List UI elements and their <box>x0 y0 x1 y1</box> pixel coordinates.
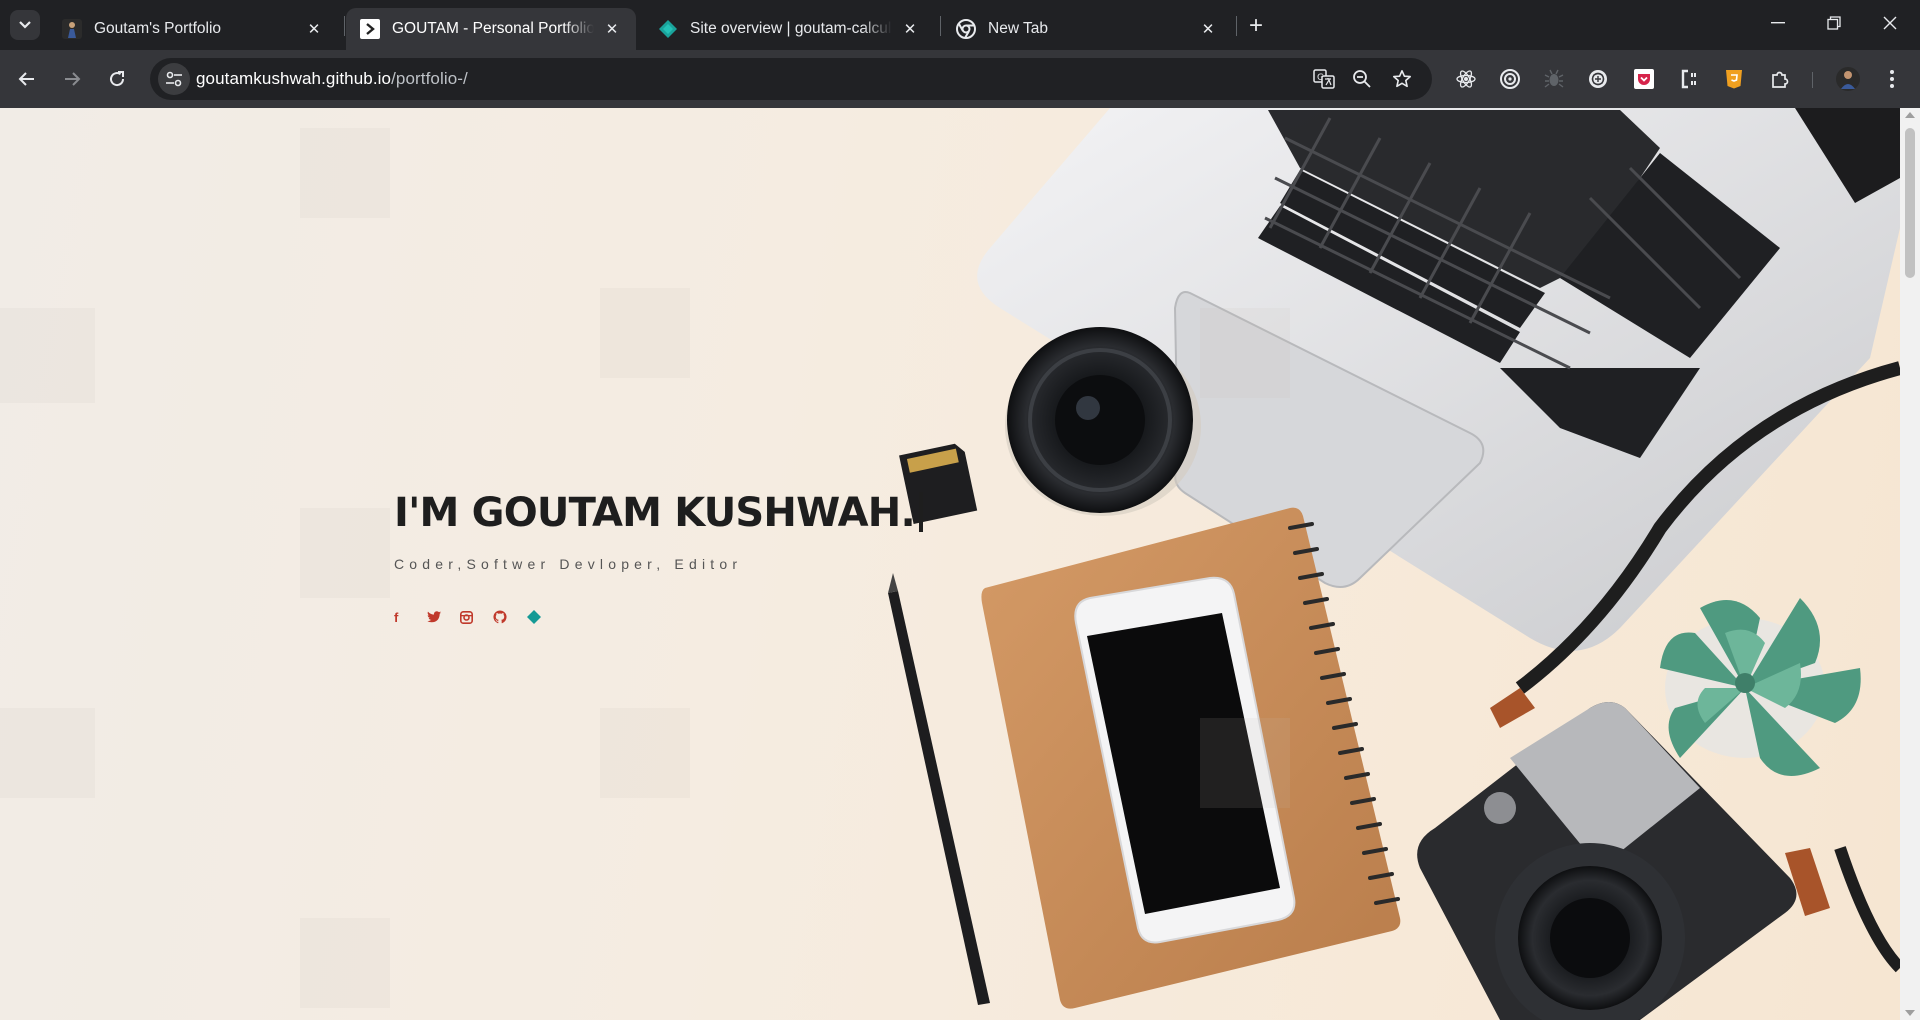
tab-title: Site overview | goutam-calculator <box>690 20 892 37</box>
arrow-left-icon <box>18 72 34 86</box>
tab-separator <box>940 16 941 36</box>
tab-site-overview[interactable]: Site overview | goutam-calculator ✕ <box>644 8 934 50</box>
url-path: /portfolio-/ <box>391 69 468 88</box>
translate-button[interactable]: G <box>1310 65 1338 93</box>
shield-html-icon <box>1726 70 1742 89</box>
tab-close-button[interactable]: ✕ <box>900 19 920 39</box>
twitter-link[interactable] <box>427 608 460 626</box>
succulent-plant <box>1660 598 1861 776</box>
bug-extension[interactable] <box>1540 65 1568 93</box>
tab-goutams-portfolio[interactable]: Goutam's Portfolio ✕ <box>48 8 338 50</box>
scroll-down-arrow-icon[interactable] <box>1905 1010 1915 1016</box>
chevron-down-icon <box>19 21 31 29</box>
tab-strip: Goutam's Portfolio ✕ GOUTAM - Personal P… <box>0 0 1920 50</box>
page-scrollbar[interactable] <box>1900 108 1920 1020</box>
restore-button[interactable] <box>1806 0 1862 46</box>
site-info-button[interactable] <box>158 63 190 95</box>
social-links: f <box>394 608 923 626</box>
toolbar-separator <box>1812 72 1813 88</box>
reload-icon <box>110 71 125 87</box>
html-validator-extension[interactable] <box>1720 65 1748 93</box>
hero-subtitle: Coder,Softwer Devloper, Editor <box>394 556 743 572</box>
pocket-icon <box>1634 69 1654 89</box>
zoom-out-icon <box>1353 70 1371 88</box>
netlify-link[interactable] <box>526 608 559 626</box>
star-icon <box>1393 70 1411 88</box>
tab-search-button[interactable] <box>10 10 40 40</box>
profile-avatar-button[interactable] <box>1834 65 1862 93</box>
github-link[interactable] <box>493 608 526 626</box>
page-viewport: I'M GOUTAM KUSHWAH. Coder,Softwer Devlop… <box>0 108 1920 1020</box>
scroll-up-arrow-icon[interactable] <box>1905 112 1915 118</box>
chrome-menu-button[interactable] <box>1878 65 1906 93</box>
tab-goutam-personal-portfolio[interactable]: GOUTAM - Personal Portfolio Template ✕ <box>346 8 636 50</box>
tab-title: GOUTAM - Personal Portfolio Template <box>392 20 594 37</box>
minimize-icon <box>1771 22 1785 24</box>
extensions-menu-button[interactable] <box>1766 65 1794 93</box>
close-icon <box>1883 16 1897 30</box>
translate-icon: G <box>1313 69 1335 89</box>
coding-extension[interactable] <box>1676 65 1704 93</box>
bug-icon <box>1544 69 1564 88</box>
back-button[interactable] <box>10 62 44 96</box>
instagram-link[interactable] <box>460 608 493 626</box>
bookmark-button[interactable] <box>1388 65 1416 93</box>
new-tab-button[interactable]: + <box>1242 12 1270 40</box>
tab-separator <box>1236 16 1237 36</box>
strap-leather <box>1490 688 1535 728</box>
react-icon <box>1456 70 1476 88</box>
openai-extension[interactable] <box>1584 65 1612 93</box>
arrow-right-icon <box>65 72 81 86</box>
tab-separator <box>344 16 345 36</box>
github-icon <box>493 610 507 624</box>
openai-icon <box>1589 70 1607 88</box>
desk-photo-illustration <box>0 108 1900 1020</box>
url-host: goutamkushwah.github.io <box>196 69 392 88</box>
diamond-icon <box>527 610 541 624</box>
scrollbar-thumb[interactable] <box>1905 128 1915 278</box>
code-brackets-icon <box>1681 69 1696 89</box>
facebook-icon: f <box>394 609 399 625</box>
chrome-icon <box>956 19 976 39</box>
page-logo-icon <box>360 19 380 39</box>
person-photo-icon <box>62 19 82 39</box>
kebab-menu-icon <box>1890 70 1894 88</box>
puzzle-piece-icon <box>1772 71 1789 88</box>
browser-toolbar: goutamkushwah.github.io/portfolio-/ G <box>0 50 1920 108</box>
hero-title-text: I'M GOUTAM KUSHWAH. <box>394 490 916 536</box>
twitter-bird-icon <box>427 611 442 623</box>
tab-close-button[interactable]: ✕ <box>304 19 324 39</box>
close-window-button[interactable] <box>1862 0 1918 46</box>
pencil <box>888 573 990 1005</box>
url-text[interactable]: goutamkushwah.github.io/portfolio-/ <box>196 69 468 89</box>
tab-new-tab[interactable]: New Tab ✕ <box>942 8 1232 50</box>
save-to-pocket-extension[interactable] <box>1630 65 1658 93</box>
react-devtools-extension[interactable] <box>1452 65 1480 93</box>
target-icon <box>1500 69 1520 89</box>
tab-close-button[interactable]: ✕ <box>602 19 622 39</box>
avatar <box>1836 67 1860 91</box>
facebook-link[interactable]: f <box>394 608 427 626</box>
tab-title: Goutam's Portfolio <box>94 20 222 37</box>
hero-title: I'M GOUTAM KUSHWAH. <box>394 490 923 536</box>
tab-close-button[interactable]: ✕ <box>1198 19 1218 39</box>
netlify-diamond-icon <box>658 19 678 39</box>
restore-icon <box>1827 16 1841 30</box>
tab-title: New Tab <box>988 20 1049 37</box>
hero-content: I'M GOUTAM KUSHWAH. Coder,Softwer Devlop… <box>394 490 923 626</box>
forward-button[interactable] <box>55 62 89 96</box>
tune-icon <box>166 71 182 87</box>
instagram-icon <box>460 610 473 624</box>
typing-cursor <box>918 492 923 532</box>
reload-button[interactable] <box>100 62 134 96</box>
target-extension[interactable] <box>1496 65 1524 93</box>
zoom-button[interactable] <box>1348 65 1376 93</box>
minimize-button[interactable] <box>1750 0 1806 46</box>
address-bar[interactable]: goutamkushwah.github.io/portfolio-/ G <box>150 58 1432 100</box>
